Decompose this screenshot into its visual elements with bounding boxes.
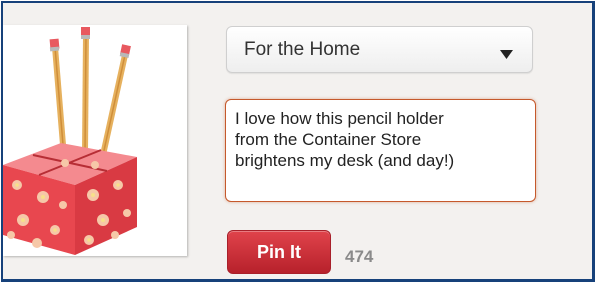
caret-down-icon	[500, 46, 513, 64]
character-count: 474	[345, 247, 374, 266]
pencil	[100, 44, 131, 156]
pencil	[49, 38, 67, 158]
pencil-holder-image	[3, 27, 137, 255]
board-select[interactable]: For the Home	[226, 26, 533, 73]
pin-it-button[interactable]: Pin It	[227, 230, 331, 274]
description-input[interactable]: I love how this pencil holder from the C…	[225, 99, 536, 202]
pin-image	[3, 25, 187, 256]
board-select-value: For the Home	[244, 38, 361, 60]
pencil	[81, 27, 90, 154]
pin-dialog: For the Home I love how this pencil hold…	[1, 1, 595, 282]
